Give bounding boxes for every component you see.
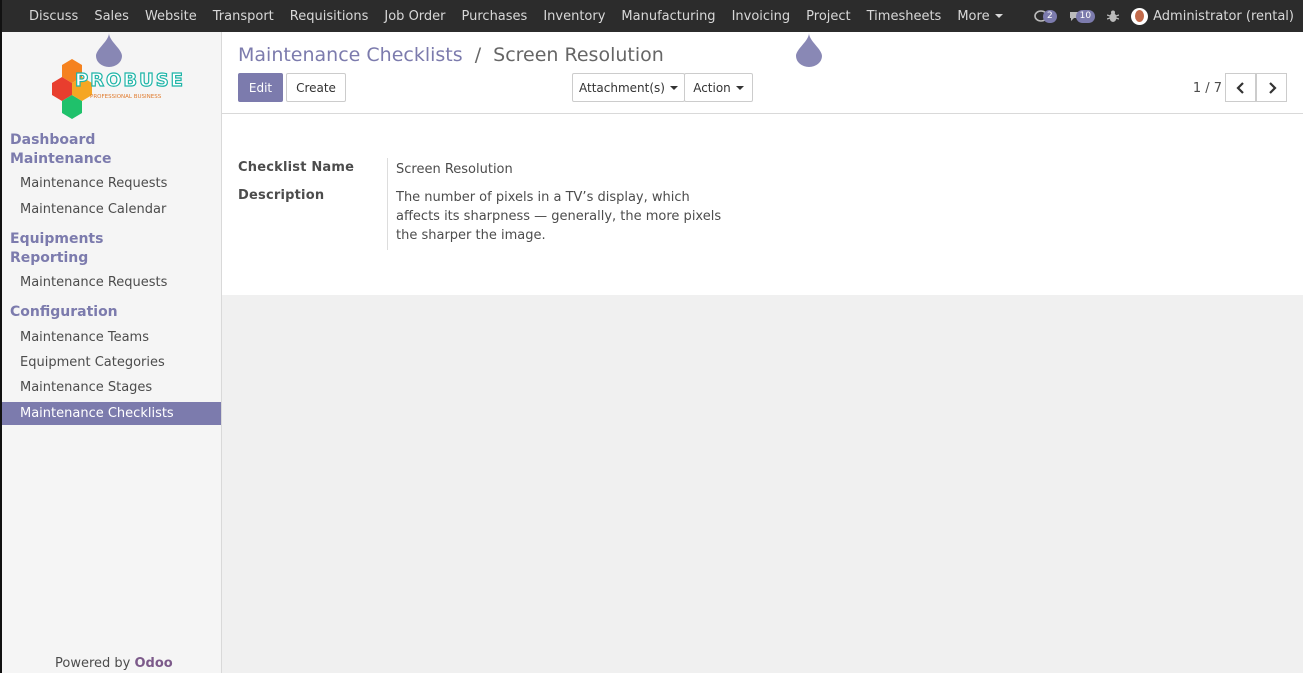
chevron-down-icon <box>669 85 678 90</box>
menu-requisitions[interactable]: Requisitions <box>290 9 369 24</box>
menu-sales[interactable]: Sales <box>94 9 129 24</box>
description-value: The number of pixels in a TV’s display, … <box>396 190 722 243</box>
breadcrumb-current: Screen Resolution <box>493 44 664 66</box>
description-label: Description <box>238 188 325 203</box>
pager-value[interactable]: 1 / 7 <box>1193 81 1222 96</box>
edit-button[interactable]: Edit <box>238 73 283 102</box>
form-divider <box>387 158 388 250</box>
powered-by-prefix: Powered by <box>55 656 131 671</box>
app-menu: Discuss Sales Website Transport Requisit… <box>29 0 1019 32</box>
attachments-label: Attachment(s) <box>579 80 665 95</box>
menu-inventory[interactable]: Inventory <box>543 9 605 24</box>
menu-more[interactable]: More <box>957 8 1003 24</box>
chevron-right-icon <box>1268 81 1277 94</box>
control-panel: Maintenance Checklists / Screen Resoluti… <box>222 32 1303 114</box>
section-configuration[interactable]: Configuration <box>10 303 118 322</box>
menu-manufacturing[interactable]: Manufacturing <box>621 9 715 24</box>
menu-discuss[interactable]: Discuss <box>29 9 78 24</box>
conversation-badge: 2 <box>1042 9 1057 23</box>
breadcrumb: Maintenance Checklists / Screen Resoluti… <box>238 44 664 66</box>
logo-text: PROBUSE <box>75 70 185 91</box>
user-menu[interactable]: Administrator (rental) <box>1153 9 1294 24</box>
chevron-down-icon <box>735 85 744 90</box>
droplet-icon <box>96 33 122 67</box>
breadcrumb-separator: / <box>474 44 482 66</box>
pager-previous-button[interactable] <box>1225 73 1256 102</box>
menu-website[interactable]: Website <box>145 9 197 24</box>
action-dropdown[interactable]: Action <box>684 73 753 102</box>
form-sheet: Checklist Name Description Screen Resolu… <box>222 114 1303 295</box>
messages-badge: 10 <box>1075 9 1096 23</box>
sidebar: PROBUSE PROFESSIONAL BUSINESS Dashboard … <box>0 32 222 673</box>
menu-transport[interactable]: Transport <box>213 9 274 24</box>
section-dashboard[interactable]: Dashboard <box>10 131 95 150</box>
chevron-down-icon <box>994 14 1003 18</box>
section-reporting[interactable]: Reporting <box>10 249 88 268</box>
sidebar-item-maintenance-stages[interactable]: Maintenance Stages <box>20 380 152 395</box>
menu-invoicing[interactable]: Invoicing <box>732 9 791 24</box>
menu-more-label: More <box>957 8 990 24</box>
avatar[interactable] <box>1131 7 1149 25</box>
sidebar-item-maintenance-teams[interactable]: Maintenance Teams <box>20 330 149 345</box>
user-photo <box>1135 10 1145 22</box>
menu-project[interactable]: Project <box>806 9 850 24</box>
messages-menu[interactable]: 10 <box>1069 9 1096 23</box>
checklist-name-label: Checklist Name <box>238 160 355 175</box>
pager-next-button[interactable] <box>1256 73 1287 102</box>
debug-menu[interactable] <box>1107 10 1120 23</box>
droplet-icon <box>796 33 822 67</box>
breadcrumb-parent[interactable]: Maintenance Checklists <box>238 44 463 66</box>
action-label: Action <box>693 80 731 95</box>
section-maintenance[interactable]: Maintenance <box>10 150 112 169</box>
menu-job-order[interactable]: Job Order <box>384 9 445 24</box>
checklist-name-value: Screen Resolution <box>396 162 513 177</box>
powered-by: Powered by Odoo <box>55 656 173 671</box>
section-equipments[interactable]: Equipments <box>10 230 103 249</box>
sidebar-item-maintenance-checklists[interactable]: Maintenance Checklists <box>2 402 221 425</box>
sidebar-item-equipment-categories[interactable]: Equipment Categories <box>20 355 165 370</box>
sidebar-item-maintenance-calendar[interactable]: Maintenance Calendar <box>20 202 166 217</box>
conversation-menu[interactable]: 2 <box>1034 9 1057 23</box>
logo-tagline: PROFESSIONAL BUSINESS <box>90 94 162 100</box>
sidebar-item-reporting-requests[interactable]: Maintenance Requests <box>20 275 167 290</box>
odoo-link[interactable]: Odoo <box>135 656 173 671</box>
top-navbar: Discuss Sales Website Transport Requisit… <box>0 0 1303 32</box>
chevron-left-icon <box>1235 81 1244 94</box>
menu-timesheets[interactable]: Timesheets <box>867 9 942 24</box>
menu-purchases[interactable]: Purchases <box>462 9 528 24</box>
attachments-dropdown[interactable]: Attachment(s) <box>572 73 685 102</box>
bug-icon <box>1107 10 1120 22</box>
create-button[interactable]: Create <box>286 73 346 102</box>
systray: 2 10 Administrator (rental) <box>1034 0 1294 32</box>
sidebar-item-maintenance-requests[interactable]: Maintenance Requests <box>20 176 167 191</box>
